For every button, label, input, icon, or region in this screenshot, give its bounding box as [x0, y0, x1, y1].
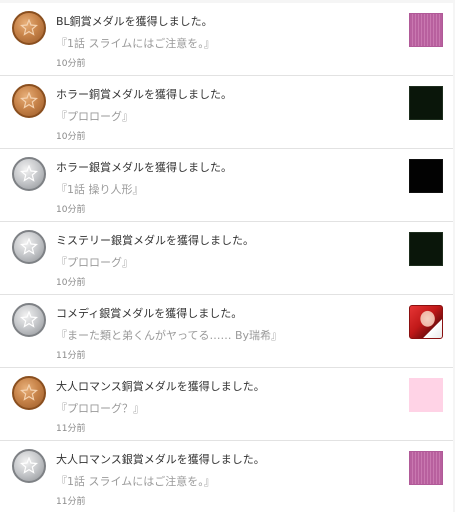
- notification-time: 11分前: [56, 497, 86, 507]
- story-thumbnail[interactable]: [409, 159, 443, 193]
- notification-episode: 『プロローグ』: [56, 110, 133, 123]
- notification-item[interactable]: ホラー銀賞メダルを獲得しました。 『1話 操り人形』 10分前: [0, 149, 453, 222]
- notification-episode: 『プロローグ？』: [56, 402, 144, 415]
- notification-episode: 『プロローグ』: [56, 256, 133, 269]
- notification-time: 11分前: [56, 351, 86, 361]
- notification-item[interactable]: コメディ銀賞メダルを獲得しました。 『まーた類と弟くんがヤってる…… By瑞希』…: [0, 295, 453, 368]
- notification-item[interactable]: BL銅賞メダルを獲得しました。 『1話 スライムにはご注意を。』 10分前: [0, 3, 453, 76]
- notification-title: ホラー銀賞メダルを獲得しました。: [56, 161, 232, 174]
- story-thumbnail[interactable]: [409, 13, 443, 47]
- silver-medal-icon: [12, 449, 46, 483]
- notification-title: ミステリー銀賞メダルを獲得しました。: [56, 234, 254, 247]
- notification-time: 11分前: [56, 424, 86, 434]
- notification-title: 大人ロマンス銀賞メダルを獲得しました。: [56, 453, 265, 466]
- notification-time: 10分前: [56, 278, 86, 288]
- bronze-medal-icon: [12, 376, 46, 410]
- notification-episode: 『1話 スライムにはご注意を。』: [56, 37, 215, 50]
- story-thumbnail[interactable]: [409, 378, 443, 412]
- notification-list: BL銅賞メダルを獲得しました。 『1話 スライムにはご注意を。』 10分前 ホラ…: [0, 3, 453, 512]
- story-thumbnail[interactable]: [409, 305, 443, 339]
- bronze-medal-icon: [12, 84, 46, 118]
- notification-title: BL銅賞メダルを獲得しました。: [56, 15, 213, 28]
- story-thumbnail[interactable]: [409, 451, 443, 485]
- notification-item[interactable]: 大人ロマンス銀賞メダルを獲得しました。 『1話 スライムにはご注意を。』 11分…: [0, 441, 453, 512]
- notification-title: ホラー銅賞メダルを獲得しました。: [56, 88, 232, 101]
- notification-episode: 『1話 スライムにはご注意を。』: [56, 475, 215, 488]
- notification-time: 10分前: [56, 205, 86, 215]
- silver-medal-icon: [12, 230, 46, 264]
- story-thumbnail[interactable]: [409, 232, 443, 266]
- notification-episode: 『まーた類と弟くんがヤってる…… By瑞希』: [56, 329, 283, 342]
- notification-title: コメディ銀賞メダルを獲得しました。: [56, 307, 243, 320]
- notification-time: 10分前: [56, 59, 86, 69]
- silver-medal-icon: [12, 157, 46, 191]
- story-thumbnail[interactable]: [409, 86, 443, 120]
- notification-item[interactable]: 大人ロマンス銅賞メダルを獲得しました。 『プロローグ？』 11分前: [0, 368, 453, 441]
- silver-medal-icon: [12, 303, 46, 337]
- notification-episode: 『1話 操り人形』: [56, 183, 144, 196]
- notification-time: 10分前: [56, 132, 86, 142]
- notification-item[interactable]: ホラー銅賞メダルを獲得しました。 『プロローグ』 10分前: [0, 76, 453, 149]
- notification-item[interactable]: ミステリー銀賞メダルを獲得しました。 『プロローグ』 10分前: [0, 222, 453, 295]
- notification-title: 大人ロマンス銅賞メダルを獲得しました。: [56, 380, 265, 393]
- notification-screen: BL銅賞メダルを獲得しました。 『1話 スライムにはご注意を。』 10分前 ホラ…: [0, 0, 455, 512]
- bronze-medal-icon: [12, 11, 46, 45]
